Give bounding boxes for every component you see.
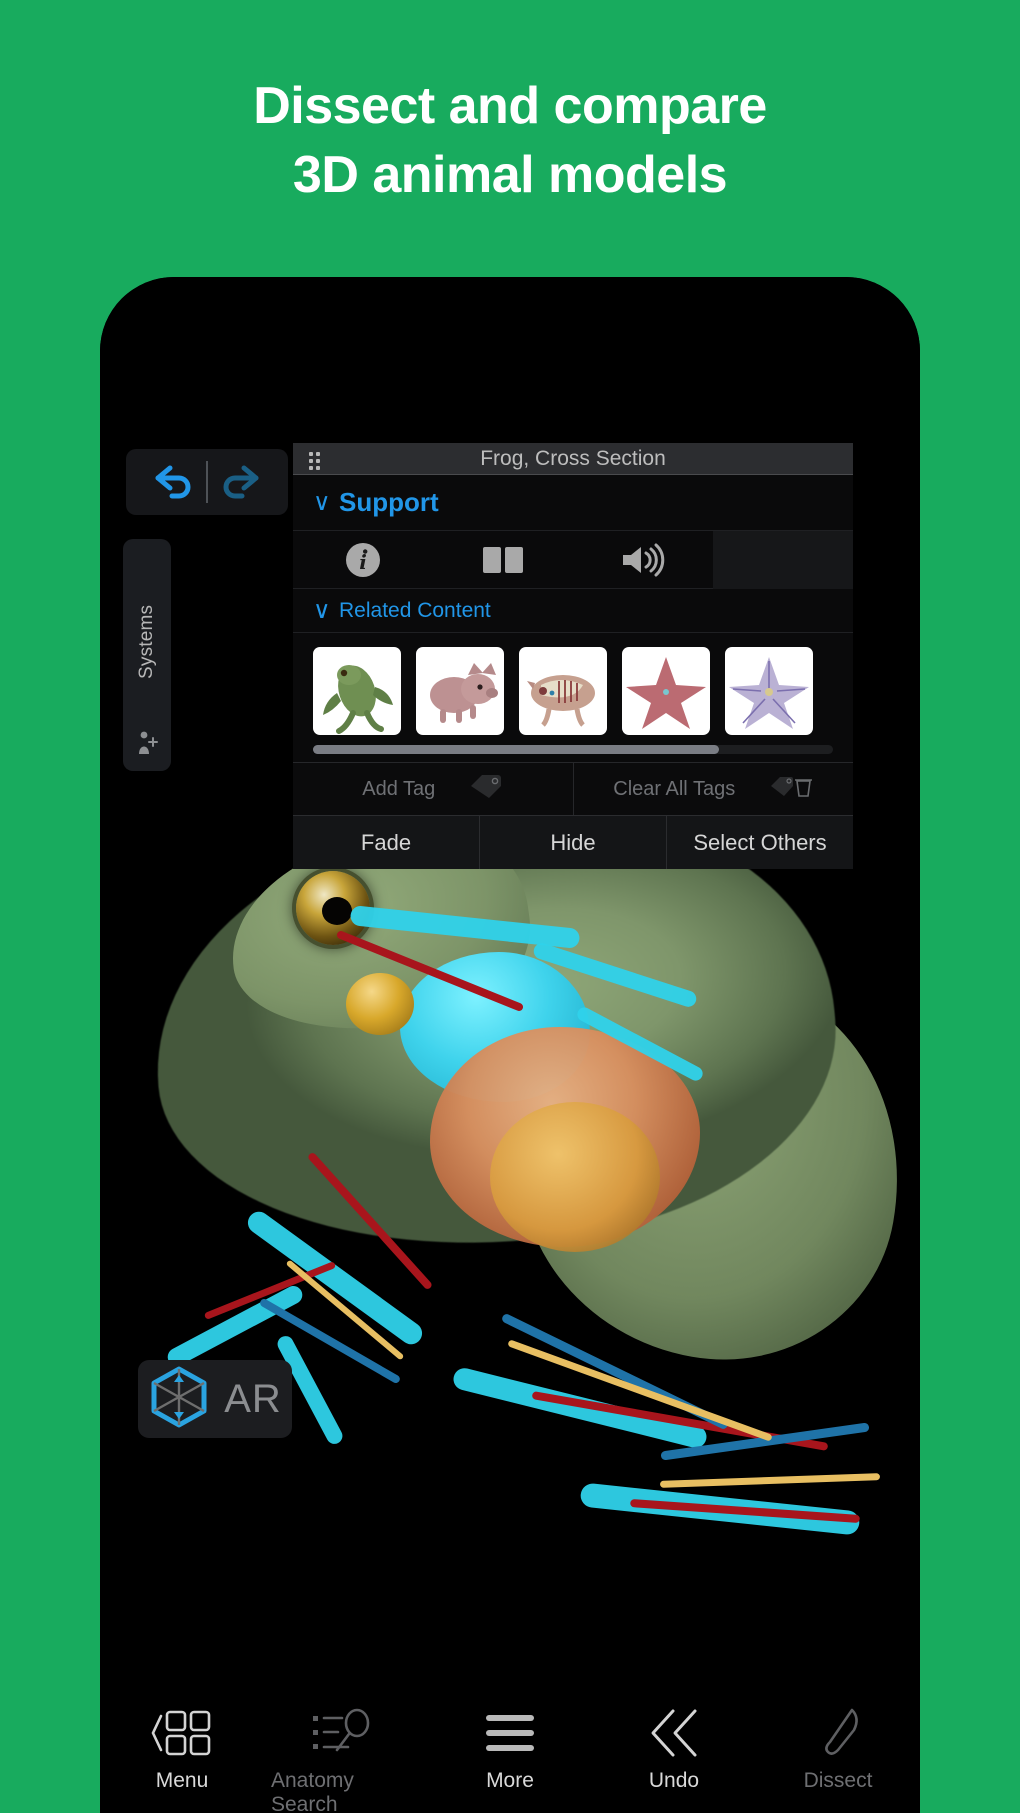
section-header-support[interactable]: ∨ Support [293,475,853,531]
nav-label-undo: Undo [648,1769,700,1792]
hamburger-icon [483,1705,537,1761]
related-content-thumbnails[interactable] [293,633,853,735]
media-icon-row: i [293,530,853,589]
action-button-row: Fade Hide Select Others [293,815,853,869]
info-panel: Frog, Cross Section ∨ Support i ∨ Relate… [293,443,853,869]
nav-item-menu[interactable]: Menu [107,1705,257,1793]
double-chevron-left-icon [645,1705,703,1761]
nav-item-more[interactable]: More [435,1705,585,1793]
undo-button[interactable] [144,460,206,505]
related-thumb-pig[interactable] [416,647,504,735]
frog-tympanum [346,973,414,1035]
info-icon[interactable]: i [293,541,433,579]
select-others-button[interactable]: Select Others [667,815,853,869]
drag-grip-icon[interactable] [309,452,323,470]
panel-title-bar[interactable]: Frog, Cross Section [293,443,853,475]
section-label-support: Support [339,487,439,517]
vessel-cyan-6 [451,1365,709,1451]
fade-button[interactable]: Fade [293,815,480,869]
nav-label-menu: Menu [155,1769,209,1792]
systems-rail[interactable]: Systems [123,539,171,771]
tag-button-row: Add Tag Clear All Tags [293,762,853,815]
panel-title: Frog, Cross Section [480,446,666,470]
nav-item-anatomy-search[interactable]: Anatomy Search [271,1705,421,1813]
svg-text:i: i [359,550,367,574]
add-person-icon[interactable] [135,730,159,761]
redo-button[interactable] [208,460,270,505]
tag-trash-icon [769,772,813,806]
undo-redo-toolbar[interactable] [126,449,288,515]
frog-liver-mesh [490,1102,660,1252]
ar-button[interactable]: AR [138,1360,292,1438]
ar-button-label: AR [224,1376,282,1421]
grid-menu-icon [151,1705,213,1761]
screenshot-root: Dissect and compare 3D animal models Sys… [0,0,1020,1813]
search-list-icon [311,1705,381,1761]
book-icon[interactable] [433,544,573,576]
bottom-navigation-bar: Menu Anatomy Search More Undo Dissect [100,1693,920,1813]
add-tag-button[interactable]: Add Tag [293,763,574,815]
clear-all-tags-label: Clear All Tags [613,777,736,800]
nav-item-dissect[interactable]: Dissect [763,1705,913,1793]
add-tag-label: Add Tag [362,777,436,800]
hide-button[interactable]: Hide [480,815,667,869]
phone-frame: Systems Frog, Cross Section ∨ Support i … [100,277,920,1813]
nav-item-undo[interactable]: Undo [599,1705,749,1793]
scalpel-icon [812,1705,864,1761]
nav-label-more: More [486,1769,534,1792]
related-content-scrollbar[interactable] [313,745,833,754]
nav-label-anatomy-search: Anatomy Search [271,1769,354,1813]
related-content-scrollbar-thumb[interactable] [313,745,719,754]
nav-label-dissect: Dissect [803,1769,873,1792]
ar-cube-icon [148,1365,210,1434]
media-row-empty-slot [713,530,853,589]
section-label-related-content: Related Content [339,598,491,622]
tag-icon [469,772,503,806]
related-thumb-starfish[interactable] [622,647,710,735]
clear-all-tags-button[interactable]: Clear All Tags [573,763,853,815]
related-thumb-frog[interactable] [313,647,401,735]
related-thumb-starfish-cross-section[interactable] [725,647,813,735]
app-screen: Systems Frog, Cross Section ∨ Support i … [100,277,920,1813]
chevron-down-icon-related: ∨ [313,597,331,624]
related-thumb-pig-cross-section[interactable] [519,647,607,735]
section-header-related-content[interactable]: ∨ Related Content [293,589,853,633]
systems-rail-label: Systems [136,604,157,679]
speaker-icon[interactable] [573,543,713,577]
marketing-headline: Dissect and compare 3D animal models [253,77,767,204]
chevron-down-icon: ∨ [313,489,331,516]
nerve-2 [659,1473,881,1488]
frog-pupil [322,897,352,925]
